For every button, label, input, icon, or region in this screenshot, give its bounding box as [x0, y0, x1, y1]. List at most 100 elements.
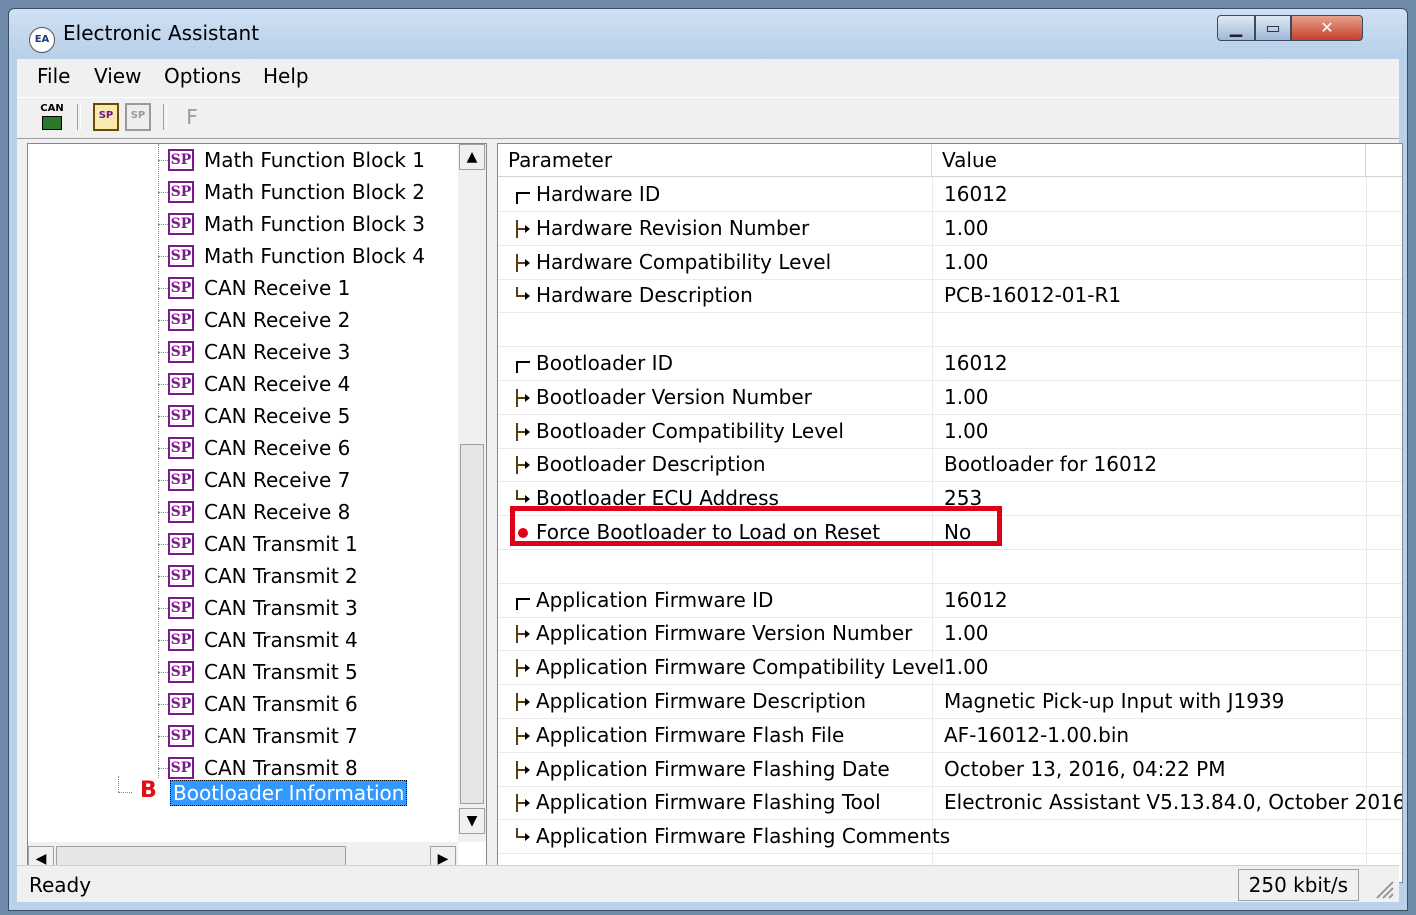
- grid-row[interactable]: Application Firmware Compatibility Level…: [498, 651, 1402, 686]
- tree-item[interactable]: SP Math Function Block 2: [28, 178, 458, 208]
- tree-item-label: CAN Receive 6: [204, 436, 351, 460]
- grid-row[interactable]: Application Firmware ID 16012: [498, 584, 1402, 618]
- sp-block-icon: SP: [168, 405, 194, 427]
- tree-connector-icon: [516, 287, 530, 301]
- parameter-cell: Bootloader ID: [536, 351, 673, 375]
- menu-help[interactable]: Help: [263, 64, 309, 88]
- scroll-up-button[interactable]: ▲: [459, 144, 485, 170]
- grid-row[interactable]: [498, 550, 1402, 584]
- tree-item[interactable]: SP CAN Transmit 4: [28, 626, 458, 656]
- value-cell: 16012: [944, 351, 1008, 375]
- app-icon: EA: [29, 27, 55, 53]
- close-button[interactable]: ✕: [1291, 15, 1363, 41]
- grid-row[interactable]: Hardware ID 16012: [498, 178, 1402, 212]
- tree-connector-icon: [516, 422, 530, 441]
- maximize-button[interactable]: ▭: [1255, 15, 1291, 41]
- tree-item[interactable]: SP CAN Receive 5: [28, 402, 458, 432]
- tree-item[interactable]: SP CAN Receive 2: [28, 306, 458, 336]
- tree-item[interactable]: SP CAN Transmit 2: [28, 562, 458, 592]
- grid-row[interactable]: Application Firmware Flashing Date Octobe…: [498, 753, 1402, 787]
- tree-view[interactable]: SP Math Function Block 1 SP Math Function B…: [27, 143, 487, 883]
- tree-item[interactable]: SP CAN Transmit 7: [28, 722, 458, 752]
- tree-connector: [158, 672, 168, 673]
- flash-button[interactable]: F: [179, 103, 205, 131]
- minimize-button[interactable]: ▁: [1217, 15, 1255, 41]
- tree-item[interactable]: SP CAN Receive 4: [28, 370, 458, 400]
- menu-options[interactable]: Options: [164, 64, 241, 88]
- tree-vertical-scrollbar[interactable]: ▲ ▼: [458, 144, 486, 842]
- sp-block-icon: SP: [168, 565, 194, 587]
- tree-item[interactable]: SP CAN Transmit 5: [28, 658, 458, 688]
- tree-item[interactable]: SP Math Function Block 4: [28, 242, 458, 272]
- grid-row[interactable]: Application Firmware Description Magnetic…: [498, 685, 1402, 719]
- value-cell: 1.00: [944, 655, 989, 680]
- tree-item-label: CAN Receive 3: [204, 340, 351, 364]
- save-sp-button[interactable]: SP: [125, 103, 151, 131]
- value-cell: October 13, 2016, 04:22 PM: [944, 756, 1226, 781]
- tree-connector-icon: [516, 192, 530, 204]
- menu-file[interactable]: File: [37, 64, 70, 88]
- parameter-cell: Hardware Description: [536, 283, 753, 308]
- tree-item-label: Math Function Block 4: [204, 244, 425, 268]
- tree-connector-icon: [516, 659, 530, 678]
- tree-item[interactable]: SP CAN Receive 6: [28, 434, 458, 464]
- resize-grip-icon[interactable]: [1371, 876, 1395, 900]
- property-grid[interactable]: Parameter Value Hardware ID 16012 Hardware…: [497, 143, 1403, 883]
- open-sp-button[interactable]: SP: [93, 103, 119, 131]
- value-cell: 1.00: [944, 215, 989, 240]
- sp-block-icon: SP: [168, 245, 194, 267]
- value-cell: 1.00: [944, 384, 989, 409]
- parameter-cell: Application Firmware Flash File: [536, 722, 845, 747]
- grid-row[interactable]: Application Firmware Flashing Comments: [498, 820, 1402, 855]
- menu-bar: File View Options Help: [17, 59, 1399, 93]
- tree-item[interactable]: SP CAN Receive 7: [28, 466, 458, 496]
- grid-row[interactable]: Application Firmware Version Number 1.00: [498, 617, 1402, 652]
- value-cell: AF-16012-1.00.bin: [944, 722, 1130, 747]
- tree-connector: [158, 256, 168, 257]
- scroll-thumb[interactable]: [460, 444, 484, 804]
- tree-connector-icon: [516, 597, 530, 610]
- tree-item-label: CAN Receive 2: [204, 308, 351, 332]
- title-bar[interactable]: EA Electronic Assistant ▁ ▭ ✕: [9, 9, 1407, 59]
- tree-connector: [158, 384, 168, 385]
- tree-connector: [158, 416, 168, 417]
- tree-item-label: Bootloader Information: [170, 780, 408, 806]
- tree-item[interactable]: SP Math Function Block 1: [28, 146, 458, 176]
- tree-item[interactable]: SP CAN Receive 3: [28, 338, 458, 368]
- header-value[interactable]: Value: [932, 144, 1366, 176]
- grid-row[interactable]: Hardware Description PCB-16012-01-R1: [498, 279, 1402, 314]
- tree-item-label: Math Function Block 1: [204, 148, 425, 172]
- tree-item[interactable]: SP CAN Transmit 1: [28, 530, 458, 560]
- sp-block-icon: SP: [168, 309, 194, 331]
- grid-row[interactable]: Bootloader Version Number 1.00: [498, 381, 1402, 415]
- tree-item-bootloader-information[interactable]: B Bootloader Information: [28, 776, 458, 808]
- grid-row[interactable]: [498, 313, 1402, 348]
- grid-row[interactable]: Application Firmware Flashing Tool Electr…: [498, 786, 1402, 821]
- grid-header: Parameter Value: [498, 144, 1402, 177]
- grid-row[interactable]: Bootloader Description Bootloader for 160…: [498, 448, 1402, 483]
- sp-block-icon: SP: [168, 661, 194, 683]
- tree-item[interactable]: SP CAN Receive 1: [28, 274, 458, 304]
- grid-row[interactable]: Hardware Revision Number 1.00: [498, 212, 1402, 246]
- tree-item[interactable]: SP CAN Transmit 6: [28, 690, 458, 720]
- parameter-cell: Bootloader Compatibility Level: [536, 418, 844, 443]
- tree-connector: [158, 608, 168, 609]
- tree-connector: [158, 576, 168, 577]
- sp-block-icon: SP: [168, 469, 194, 491]
- grid-row[interactable]: Bootloader Compatibility Level 1.00: [498, 415, 1402, 449]
- tree-item[interactable]: SP CAN Transmit 3: [28, 594, 458, 624]
- can-connect-button[interactable]: CAN: [39, 103, 65, 131]
- grid-row[interactable]: Bootloader ID 16012: [498, 347, 1402, 381]
- status-text: Ready: [29, 873, 92, 897]
- tree-item[interactable]: SP CAN Receive 8: [28, 498, 458, 528]
- tree-connector: [158, 544, 168, 545]
- tree-connector-icon: [516, 760, 530, 779]
- tree-item[interactable]: SP Math Function Block 3: [28, 210, 458, 240]
- header-parameter[interactable]: Parameter: [498, 144, 932, 176]
- tree-connector-icon: [516, 388, 530, 407]
- grid-row[interactable]: Hardware Compatibility Level 1.00: [498, 246, 1402, 280]
- scroll-down-button[interactable]: ▼: [459, 808, 485, 834]
- grid-row[interactable]: Application Firmware Flash File AF-16012-…: [498, 719, 1402, 753]
- tree-connector-icon: [516, 456, 530, 475]
- menu-view[interactable]: View: [94, 64, 141, 88]
